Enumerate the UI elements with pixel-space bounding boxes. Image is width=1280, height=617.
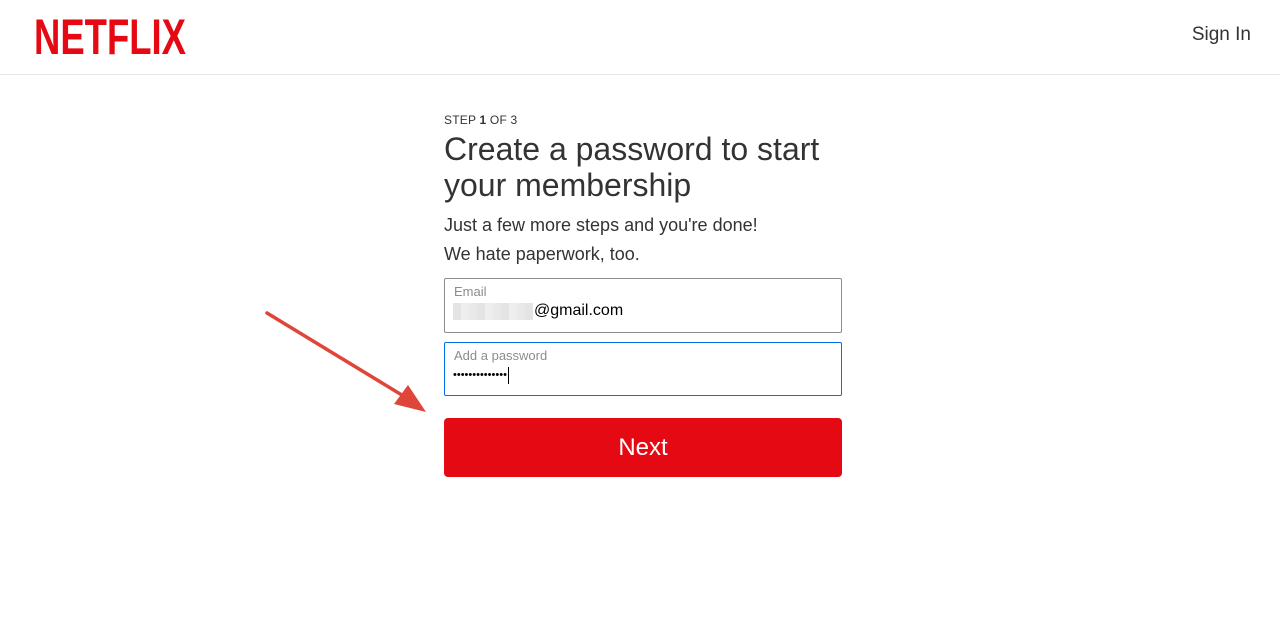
subtitle-paperwork: We hate paperwork, too. [444,244,640,264]
arrow-shaft [265,311,412,402]
text-caret [507,366,509,384]
netflix-logo-icon: NETFLIX [34,14,186,56]
password-field[interactable]: Add a password •••••••••••••• [444,342,842,396]
email-field-value[interactable]: @gmail.com [453,301,623,321]
password-field-value[interactable]: •••••••••••••• [453,365,509,385]
email-field-label: Email [454,284,487,299]
step-indicator: STEP 1 OF 3 [444,112,842,129]
site-header: NETFLIX Sign In [0,0,1280,75]
redacted-email-username [453,302,533,320]
subtitle-steps: Just a few more steps and you're done! [444,215,758,235]
step-current: 1 [479,113,487,127]
email-domain: @gmail.com [534,302,624,319]
netflix-logo[interactable]: NETFLIX [34,14,186,56]
arrow-head [394,385,426,412]
arrow-annotation-icon [265,311,426,412]
sign-in-link[interactable]: Sign In [1192,24,1251,46]
next-button[interactable]: Next [444,418,842,477]
step-prefix: STEP [444,113,476,127]
registration-form: STEP 1 OF 3 Create a password to start y… [444,112,842,477]
password-field-label: Add a password [454,348,548,363]
page-title: Create a password to start your membersh… [444,131,820,203]
step-separator: OF [489,113,507,127]
step-total: 3 [510,113,518,127]
netflix-logo-text: NETFLIX [34,14,186,56]
email-field[interactable]: Email @gmail.com [444,278,842,333]
password-masked-text: •••••••••••••• [453,369,507,381]
